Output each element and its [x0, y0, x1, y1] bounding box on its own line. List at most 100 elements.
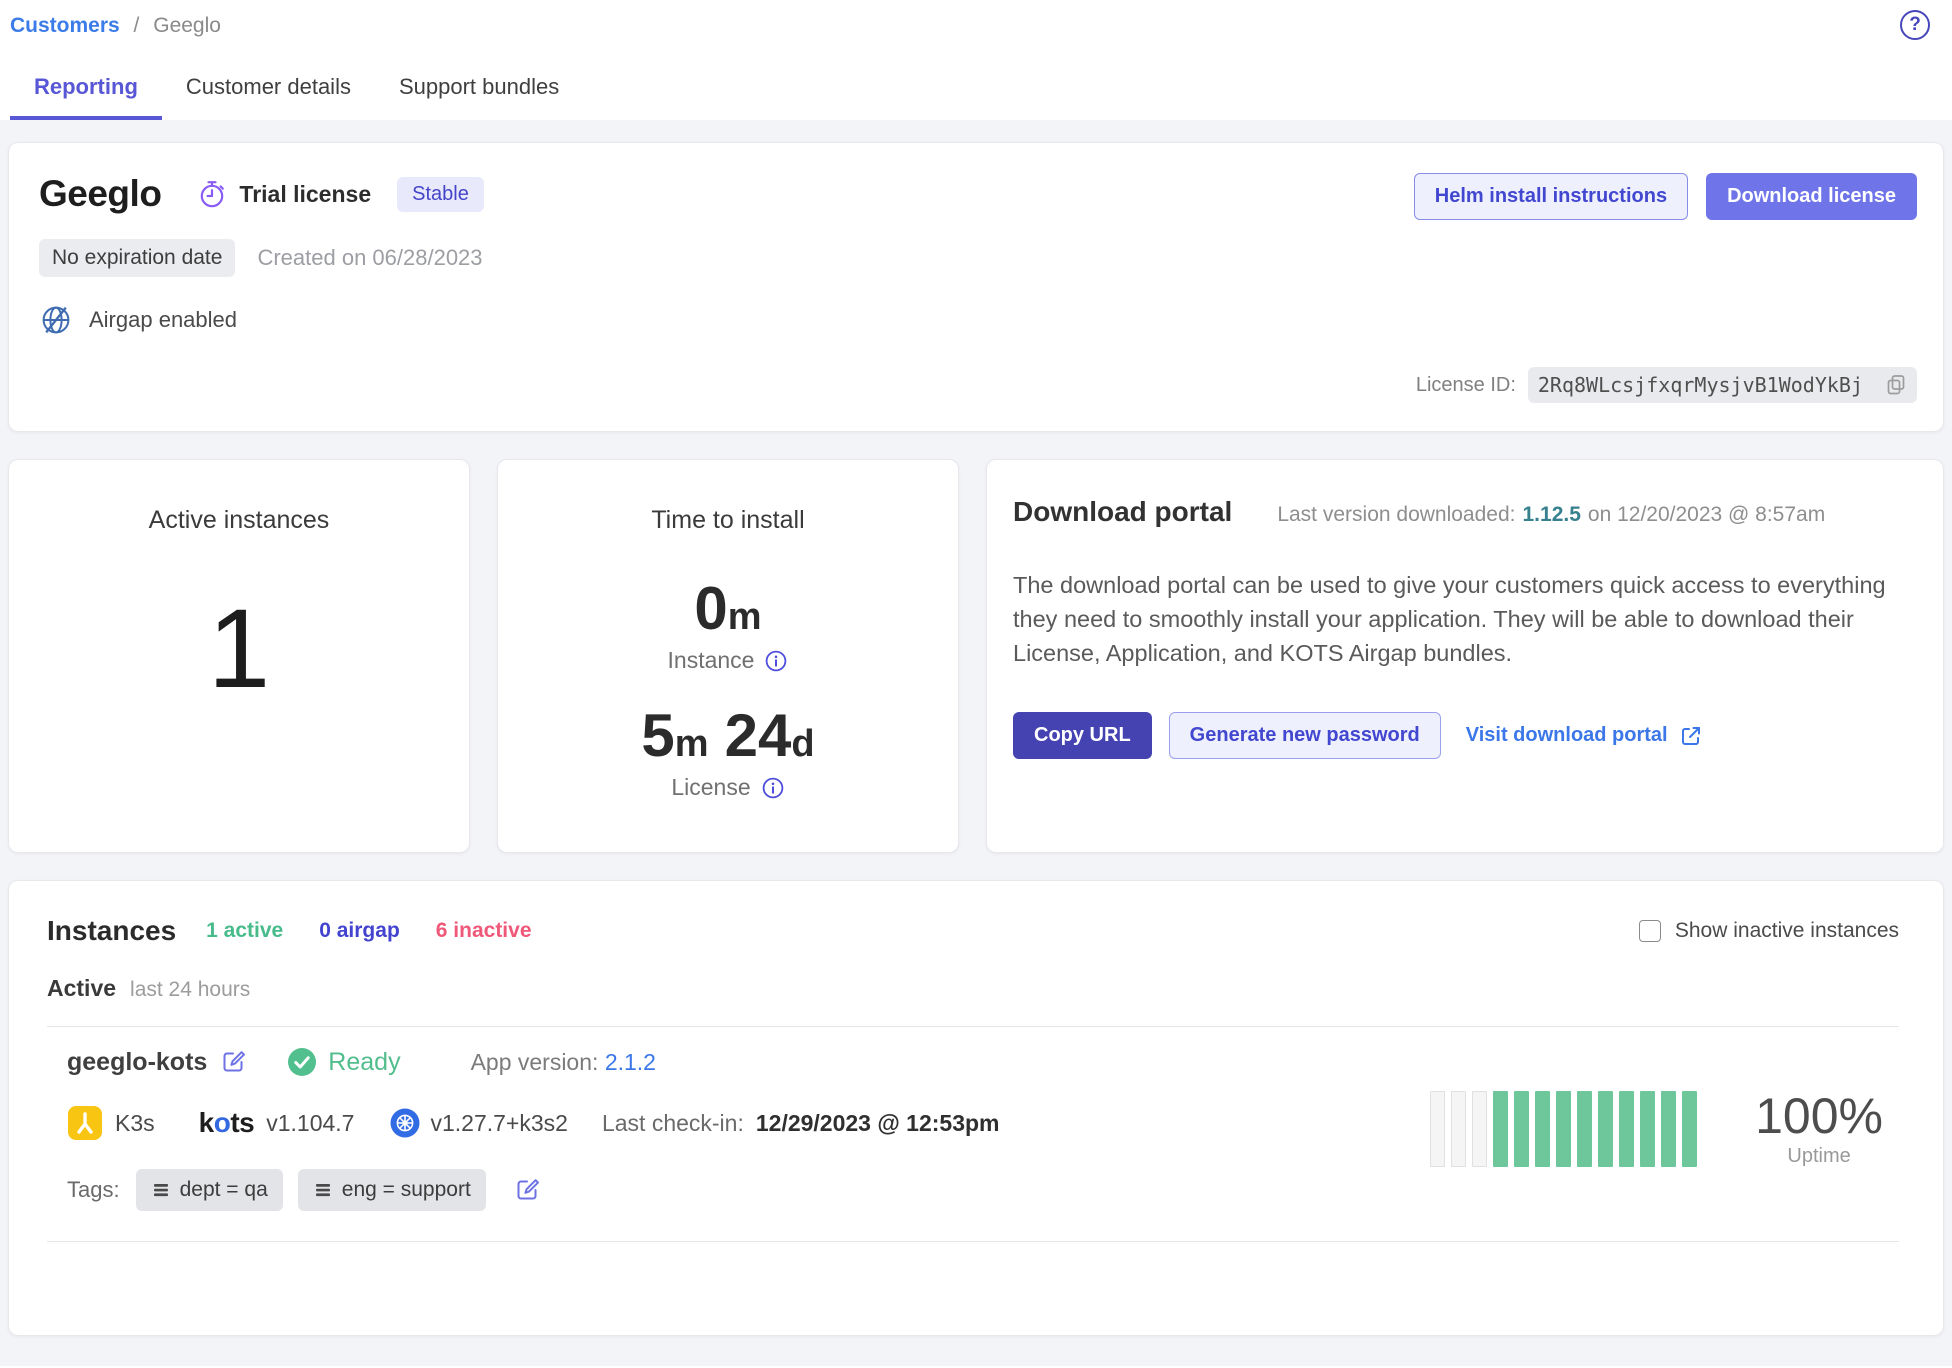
show-inactive-label: Show inactive instances — [1675, 919, 1899, 943]
instance-install-time: 0m — [498, 579, 958, 639]
active-section-label: Active — [47, 975, 116, 1002]
instance-row: geeglo-kots Ready — [47, 1027, 1899, 1217]
external-link-icon — [1679, 724, 1703, 748]
inactive-count[interactable]: 6 inactive — [436, 919, 532, 943]
download-portal-title: Download portal — [1013, 496, 1232, 528]
uptime-bar — [1493, 1091, 1508, 1167]
customer-name: Geeglo — [39, 173, 161, 215]
license-type: Trial license — [197, 179, 371, 209]
active-instances-card: Active instances 1 — [8, 459, 470, 853]
license-id-label: License ID: — [1416, 374, 1516, 397]
uptime-bar — [1556, 1091, 1571, 1167]
download-license-button[interactable]: Download license — [1706, 173, 1917, 220]
license-install-time: 5m24d — [498, 706, 958, 766]
k3s-icon — [67, 1105, 103, 1141]
breadcrumb-customers-link[interactable]: Customers — [10, 14, 120, 37]
info-icon[interactable] — [764, 649, 788, 673]
airgap-label: Airgap enabled — [89, 307, 237, 333]
license-id-row: License ID: 2Rq8WLcsjfxqrMysjvB1WodYkBj — [1416, 367, 1917, 403]
active-count[interactable]: 1 active — [206, 919, 283, 943]
license-time-label-row: License — [498, 774, 958, 801]
tag-lines-icon — [313, 1180, 333, 1200]
checkin-label: Last check-in: — [602, 1110, 744, 1137]
instance-time-value: 0 — [694, 575, 727, 642]
edit-name-icon[interactable] — [221, 1049, 247, 1075]
uptime-percentage: 100% — [1755, 1091, 1883, 1141]
uptime-bar — [1598, 1091, 1613, 1167]
tab-bar: Reporting Customer details Support bundl… — [10, 62, 1952, 120]
info-icon[interactable] — [761, 776, 785, 800]
active-instances-title: Active instances — [9, 506, 469, 535]
tab-reporting[interactable]: Reporting — [10, 62, 162, 120]
tag-label: eng = support — [342, 1178, 471, 1202]
last-version-row: Last version downloaded: 1.12.5 on 12/20… — [1277, 503, 1825, 527]
airgap-globe-icon — [39, 303, 73, 337]
last-version-date: on 12/20/2023 @ 8:57am — [1588, 503, 1825, 527]
tag-chip: eng = support — [298, 1169, 486, 1211]
customer-title-row: Geeglo Trial license Stable — [39, 173, 484, 215]
tab-reporting-label: Reporting — [34, 74, 138, 99]
uptime-bar — [1472, 1091, 1487, 1167]
airgap-row: Airgap enabled — [39, 303, 484, 337]
instance-status: Ready — [287, 1047, 400, 1077]
breadcrumb-current: Geeglo — [153, 14, 221, 37]
copy-icon[interactable] — [1885, 374, 1907, 396]
license-type-label: Trial license — [239, 181, 371, 208]
kots-logo-ts: ts — [230, 1107, 254, 1138]
customer-summary-card: Geeglo Trial license Stable No expiratio… — [8, 142, 1944, 432]
uptime-bar — [1451, 1091, 1466, 1167]
tags-row: Tags: dept = qa eng = support — [67, 1169, 1430, 1211]
distro-label: K3s — [115, 1110, 155, 1137]
kubernetes-version-group: v1.27.7+k3s2 — [390, 1108, 567, 1138]
tab-support-bundles[interactable]: Support bundles — [375, 62, 583, 120]
tag-label: dept = qa — [180, 1178, 268, 1202]
uptime-label: Uptime — [1755, 1145, 1883, 1168]
license-time-value-1: 5 — [641, 702, 674, 769]
instance-time-unit: m — [728, 596, 762, 638]
help-icon[interactable]: ? — [1900, 10, 1930, 40]
show-inactive-toggle[interactable]: Show inactive instances — [1639, 919, 1899, 943]
uptime-bar — [1514, 1091, 1529, 1167]
checkin-value: 12/29/2023 @ 12:53pm — [756, 1110, 1000, 1137]
airgap-count[interactable]: 0 airgap — [319, 919, 400, 943]
distro: K3s — [67, 1105, 155, 1141]
license-id-value: 2Rq8WLcsjfxqrMysjvB1WodYkBj — [1538, 373, 1863, 397]
ready-check-icon — [287, 1047, 317, 1077]
kubernetes-icon — [390, 1108, 420, 1138]
customer-meta-row: No expiration date Created on 06/28/2023 — [39, 239, 484, 277]
uptime-bar — [1577, 1091, 1592, 1167]
license-time-label: License — [671, 774, 750, 801]
time-to-install-card: Time to install 0m Instance 5m24d Licens… — [497, 459, 959, 853]
app-version-label: App version: — [471, 1049, 599, 1075]
download-portal-description: The download portal can be used to give … — [1013, 568, 1897, 670]
download-portal-actions: Copy URL Generate new password Visit dow… — [1013, 712, 1903, 759]
uptime-block: 100% Uptime — [1430, 1091, 1883, 1168]
tags-label: Tags: — [67, 1177, 120, 1203]
copy-url-button[interactable]: Copy URL — [1013, 712, 1152, 759]
edit-tags-icon[interactable] — [515, 1177, 541, 1203]
active-section-header: Active last 24 hours — [47, 975, 1899, 1002]
last-version-link[interactable]: 1.12.5 — [1523, 503, 1581, 527]
instance-time-label: Instance — [668, 647, 755, 674]
app-version-row: App version: 2.1.2 — [471, 1049, 656, 1076]
generate-password-button[interactable]: Generate new password — [1169, 712, 1441, 759]
stopwatch-icon — [197, 179, 227, 209]
tab-customer-details[interactable]: Customer details — [162, 62, 375, 120]
uptime-bar — [1535, 1091, 1550, 1167]
tag-chip: dept = qa — [136, 1169, 283, 1211]
download-portal-header: Download portal Last version downloaded:… — [1013, 496, 1903, 528]
app-version-link[interactable]: 2.1.2 — [605, 1049, 656, 1075]
license-time-value-2: 24 — [725, 702, 792, 769]
kots-logo: kots — [199, 1107, 255, 1139]
created-on-text: Created on 06/28/2023 — [257, 245, 482, 271]
instance-status-label: Ready — [328, 1048, 400, 1077]
divider — [47, 1241, 1899, 1242]
helm-install-button[interactable]: Helm install instructions — [1414, 173, 1688, 220]
show-inactive-checkbox[interactable] — [1639, 920, 1661, 942]
breadcrumb: Customers / Geeglo — [10, 14, 1932, 38]
visit-portal-link[interactable]: Visit download portal — [1466, 724, 1703, 748]
customer-actions: Helm install instructions Download licen… — [1414, 173, 1917, 220]
visit-portal-link-label: Visit download portal — [1466, 724, 1668, 747]
tab-support-bundles-label: Support bundles — [399, 74, 559, 99]
instance-time-label-row: Instance — [498, 647, 958, 674]
